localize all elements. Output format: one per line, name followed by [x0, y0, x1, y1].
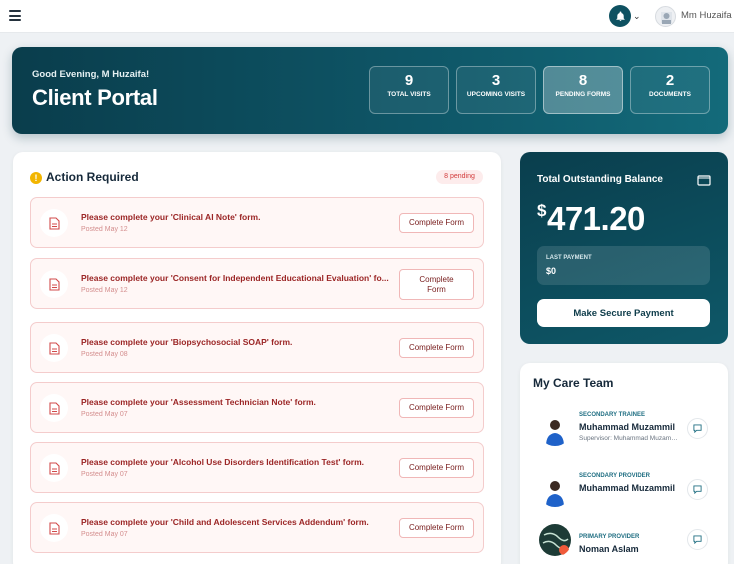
stat-label: UPCOMING VISITS	[466, 91, 526, 98]
task-item: Please complete your 'Child and Adolesce…	[30, 502, 484, 553]
stat-label: DOCUMENTS	[649, 91, 691, 98]
chat-icon[interactable]	[687, 529, 708, 550]
complete-form-button[interactable]: Complete Form	[399, 458, 474, 478]
task-title: Please complete your 'Alcohol Use Disord…	[81, 457, 365, 467]
warning-icon: !	[30, 172, 42, 184]
notifications-bell-icon[interactable]	[609, 5, 631, 27]
complete-form-button[interactable]: Complete Form	[399, 518, 474, 538]
client-portal-banner: Good Evening, M Huzaifa! Client Portal 9…	[12, 47, 728, 134]
action-required-title: Action Required	[46, 170, 139, 184]
stat-upcoming-visits[interactable]: 3 UPCOMING VISITS	[456, 66, 536, 114]
stat-value: 8	[578, 72, 588, 89]
greeting-text: Good Evening, M Huzaifa!	[32, 69, 150, 80]
task-title: Please complete your 'Child and Adolesce…	[81, 517, 369, 527]
complete-form-button[interactable]: Complete Form	[399, 213, 474, 233]
task-item: Please complete your 'Biopsychosocial SO…	[30, 322, 484, 373]
task-date: Posted May 12	[81, 226, 128, 233]
page-title: Client Portal	[32, 85, 158, 110]
complete-form-button[interactable]: Complete Form	[399, 398, 474, 418]
care-team-card: My Care Team SECONDARY TRAINEE Muhammad …	[520, 363, 728, 564]
task-date: Posted May 07	[81, 471, 128, 478]
task-date: Posted May 08	[81, 351, 128, 358]
last-payment-box: LAST PAYMENT $0	[537, 246, 710, 285]
care-team-member: SECONDARY PROVIDER Muhammad Muzammil	[538, 473, 710, 509]
member-avatar	[538, 412, 572, 446]
chat-icon[interactable]	[687, 418, 708, 439]
member-name: Muhammad Muzammil	[579, 483, 676, 493]
outstanding-balance-card: Total Outstanding Balance $471.20 LAST P…	[520, 152, 728, 344]
currency-symbol: $	[537, 201, 546, 220]
task-date: Posted May 07	[81, 411, 128, 418]
care-team-member: SECONDARY TRAINEE Muhammad Muzammil Supe…	[538, 412, 710, 448]
stat-value: 9	[404, 72, 414, 89]
task-title: Please complete your 'Clinical AI Note' …	[81, 212, 261, 222]
user-name[interactable]: Mm Huzaifa	[681, 10, 732, 21]
complete-form-button[interactable]: Complete Form	[399, 269, 474, 300]
document-icon	[40, 270, 68, 298]
task-title: Please complete your 'Consent for Indepe…	[81, 273, 389, 283]
task-item: Please complete your 'Assessment Technic…	[30, 382, 484, 433]
complete-form-button[interactable]: Complete Form	[399, 338, 474, 358]
stat-label: PENDING FORMS	[555, 91, 611, 98]
document-icon	[40, 209, 68, 237]
stat-total-visits[interactable]: 9 TOTAL VISITS	[369, 66, 449, 114]
wallet-icon	[697, 173, 711, 191]
balance-title: Total Outstanding Balance	[537, 174, 663, 185]
task-title: Please complete your 'Biopsychosocial SO…	[81, 337, 293, 347]
last-payment-label: LAST PAYMENT	[546, 255, 592, 261]
stat-label: TOTAL VISITS	[387, 91, 431, 98]
task-title: Please complete your 'Assessment Technic…	[81, 397, 316, 407]
member-supervisor: Supervisor: Muhammad Muzammil	[579, 435, 679, 442]
member-name: Muhammad Muzammil	[579, 422, 676, 432]
action-required-card: ! Action Required 8 pending Please compl…	[13, 152, 501, 564]
top-navigation-bar: ⌄ Mm Huzaifa	[0, 0, 734, 33]
care-team-member: PRIMARY PROVIDER Noman Aslam	[538, 523, 710, 559]
document-icon	[40, 514, 68, 542]
hamburger-menu-icon[interactable]	[9, 10, 21, 21]
member-avatar	[538, 473, 572, 507]
chat-icon[interactable]	[687, 479, 708, 500]
stat-value: 3	[491, 72, 501, 89]
stat-documents[interactable]: 2 DOCUMENTS	[630, 66, 710, 114]
task-date: Posted May 07	[81, 531, 128, 538]
user-avatar[interactable]	[655, 6, 676, 27]
last-payment-value: $0	[546, 266, 557, 276]
task-date: Posted May 12	[81, 287, 128, 294]
task-item: Please complete your 'Clinical AI Note' …	[30, 197, 484, 248]
member-name: Noman Aslam	[579, 544, 639, 554]
document-icon	[40, 454, 68, 482]
stat-pending-forms[interactable]: 8 PENDING FORMS	[543, 66, 623, 114]
balance-amount: $471.20	[537, 200, 645, 238]
member-avatar	[538, 523, 572, 557]
balance-value: 471.20	[546, 200, 645, 237]
pending-count-badge: 8 pending	[436, 170, 483, 184]
chevron-down-icon[interactable]: ⌄	[633, 11, 641, 22]
stat-value: 2	[665, 72, 675, 89]
make-secure-payment-button[interactable]: Make Secure Payment	[537, 299, 710, 327]
document-icon	[40, 334, 68, 362]
member-role: SECONDARY PROVIDER	[579, 473, 651, 479]
member-role: PRIMARY PROVIDER	[579, 534, 640, 540]
care-team-title: My Care Team	[533, 376, 614, 390]
document-icon	[40, 394, 68, 422]
task-item: Please complete your 'Alcohol Use Disord…	[30, 442, 484, 493]
member-role: SECONDARY TRAINEE	[579, 412, 646, 418]
task-item: Please complete your 'Consent for Indepe…	[30, 258, 484, 309]
